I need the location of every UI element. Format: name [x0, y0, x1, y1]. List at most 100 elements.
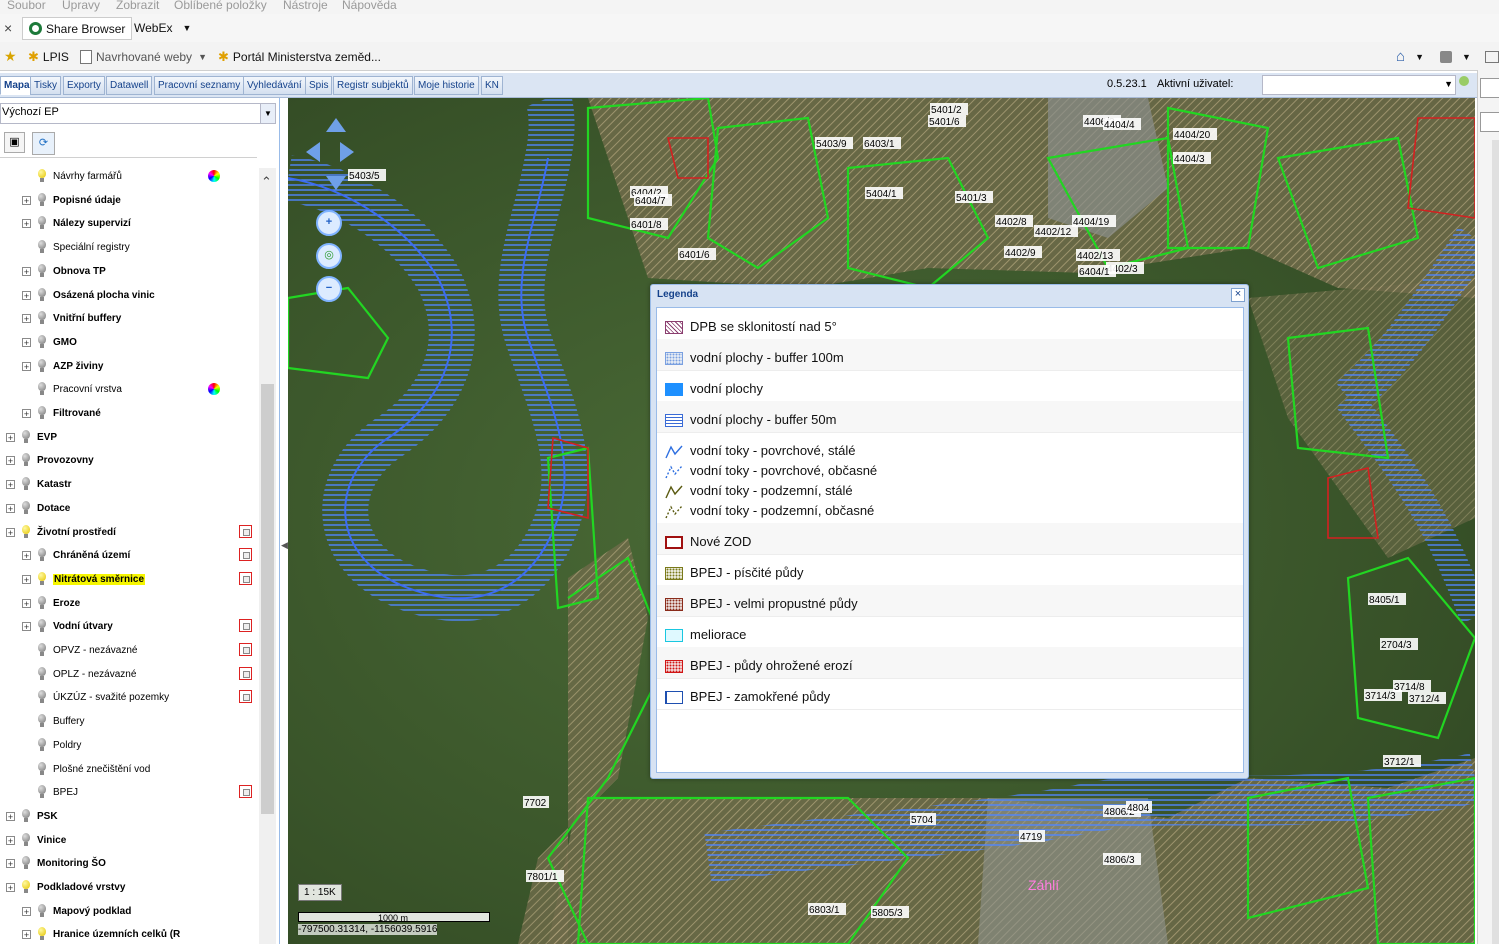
- fav-suggested-sites[interactable]: Navrhované weby ▼: [80, 46, 207, 67]
- user-icon[interactable]: [1459, 76, 1471, 92]
- active-user-select[interactable]: ▼: [1262, 75, 1456, 95]
- tab-moje-historie[interactable]: Moje historie: [414, 76, 479, 95]
- legend-icon[interactable]: [239, 690, 252, 703]
- tree-item[interactable]: Plošné znečištění vod: [22, 758, 150, 780]
- lightbulb-icon[interactable]: [21, 880, 31, 894]
- tree-item[interactable]: + Chráněná území: [22, 544, 130, 566]
- tree-item[interactable]: + Dotace: [6, 497, 70, 519]
- lightbulb-icon[interactable]: [21, 833, 31, 847]
- tab-datawell[interactable]: Datawell: [106, 76, 153, 95]
- zoom-extent-icon[interactable]: ◎: [316, 243, 342, 269]
- lightbulb-icon[interactable]: [37, 785, 47, 799]
- pan-control[interactable]: [306, 118, 354, 214]
- scrollbar-thumb[interactable]: [261, 384, 274, 814]
- save-icon[interactable]: ▣: [4, 132, 25, 153]
- tree-item[interactable]: Pracovní vrstva: [22, 378, 122, 400]
- expand-plus-icon[interactable]: +: [22, 929, 31, 939]
- expand-plus-icon[interactable]: +: [22, 408, 31, 418]
- menu-edit[interactable]: Úpravy: [62, 0, 100, 12]
- lightbulb-icon[interactable]: [37, 904, 47, 918]
- expand-plus-icon[interactable]: +: [22, 598, 31, 608]
- add-favorite-star-icon[interactable]: ★: [4, 46, 17, 67]
- pan-down-icon[interactable]: [326, 176, 346, 190]
- expand-plus-icon[interactable]: +: [6, 455, 15, 465]
- tree-item[interactable]: + Popisné údaje: [22, 189, 121, 211]
- lightbulb-icon[interactable]: [37, 738, 47, 752]
- menu-tools[interactable]: Nástroje: [283, 0, 328, 12]
- lightbulb-icon[interactable]: [37, 264, 47, 278]
- expand-plus-icon[interactable]: +: [6, 835, 15, 845]
- home-icon[interactable]: ⌂ ▼: [1396, 46, 1424, 67]
- tree-item[interactable]: + Vnitřní buffery: [22, 307, 121, 329]
- legend-icon[interactable]: [239, 525, 252, 538]
- tab-mapa[interactable]: Mapa: [0, 76, 34, 95]
- lightbulb-icon[interactable]: [37, 288, 47, 302]
- tree-item[interactable]: + Monitoring ŠO: [6, 852, 106, 874]
- tree-item[interactable]: + Eroze: [22, 592, 80, 614]
- share-browser-button[interactable]: Share Browser: [22, 17, 133, 40]
- lightbulb-icon[interactable]: [37, 690, 47, 704]
- webex-button[interactable]: WebEx ▼: [134, 17, 191, 38]
- legend-icon[interactable]: [239, 619, 252, 632]
- zoom-out-icon[interactable]: −: [316, 276, 342, 302]
- lightbulb-icon[interactable]: [37, 643, 47, 657]
- expand-plus-icon[interactable]: +: [22, 337, 31, 347]
- expand-plus-icon[interactable]: +: [6, 811, 15, 821]
- pan-right-icon[interactable]: [340, 142, 354, 162]
- close-icon[interactable]: ×: [4, 17, 12, 38]
- pan-up-icon[interactable]: [326, 118, 346, 132]
- expand-plus-icon[interactable]: +: [6, 479, 15, 489]
- tree-item[interactable]: ÚKZÚZ - svažité pozemky: [22, 686, 169, 708]
- color-wheel-icon[interactable]: [208, 170, 220, 182]
- lightbulb-icon[interactable]: [21, 453, 31, 467]
- expand-plus-icon[interactable]: +: [22, 218, 31, 228]
- tree-item[interactable]: + Vinice: [6, 829, 66, 851]
- tree-item[interactable]: Návrhy farmářů: [22, 165, 122, 187]
- tree-item[interactable]: + Vodní útvary: [22, 615, 113, 637]
- tree-item[interactable]: Buffery: [22, 710, 85, 732]
- expand-plus-icon[interactable]: +: [6, 882, 15, 892]
- tree-item[interactable]: + AZP živiny: [22, 355, 103, 377]
- tree-item[interactable]: Poldry: [22, 734, 81, 756]
- lightbulb-icon[interactable]: [37, 619, 47, 633]
- lightbulb-icon[interactable]: [37, 762, 47, 776]
- tree-item[interactable]: + PSK: [6, 805, 58, 827]
- expand-plus-icon[interactable]: +: [6, 527, 15, 537]
- expand-plus-icon[interactable]: +: [22, 574, 31, 584]
- lightbulb-icon[interactable]: [21, 477, 31, 491]
- lightbulb-icon[interactable]: [37, 667, 47, 681]
- tab-spis[interactable]: Spis: [305, 76, 333, 95]
- lightbulb-icon[interactable]: [37, 169, 47, 183]
- expand-plus-icon[interactable]: +: [22, 361, 31, 371]
- lightbulb-icon[interactable]: [37, 359, 47, 373]
- tree-item[interactable]: + EVP: [6, 426, 57, 448]
- tree-scrollbar[interactable]: ⌃: [259, 168, 276, 944]
- lightbulb-icon[interactable]: [37, 406, 47, 420]
- legend-icon[interactable]: [239, 785, 252, 798]
- lightbulb-icon[interactable]: [37, 240, 47, 254]
- lightbulb-icon[interactable]: [21, 430, 31, 444]
- menu-help[interactable]: Nápověda: [342, 0, 397, 12]
- tab-pracovni-seznamy[interactable]: Pracovní seznamy: [154, 76, 245, 95]
- lightbulb-icon[interactable]: [37, 572, 47, 586]
- lightbulb-icon[interactable]: [37, 193, 47, 207]
- tab-vyhledavani[interactable]: Vyhledávání: [243, 76, 306, 95]
- panel-collapse-icon[interactable]: ◀: [281, 540, 288, 551]
- tree-item[interactable]: + Provozovny: [6, 449, 94, 471]
- expand-plus-icon[interactable]: +: [22, 195, 31, 205]
- fav-lpis[interactable]: ✱ LPIS: [28, 46, 69, 67]
- tree-item[interactable]: Speciální registry: [22, 236, 130, 258]
- tree-item[interactable]: + Obnova TP: [22, 260, 106, 282]
- close-icon[interactable]: ×: [1231, 288, 1245, 302]
- refresh-icon[interactable]: ⟳: [32, 132, 55, 155]
- lightbulb-icon[interactable]: [37, 714, 47, 728]
- right-panel-button[interactable]: [1480, 78, 1499, 98]
- lightbulb-icon[interactable]: [37, 216, 47, 230]
- menu-view[interactable]: Zobrazit: [116, 0, 159, 12]
- legend-icon[interactable]: [239, 548, 252, 561]
- tree-item[interactable]: + Životní prostředí: [6, 521, 116, 543]
- expand-plus-icon[interactable]: +: [6, 503, 15, 513]
- tree-item[interactable]: + Osázená plocha vinic: [22, 284, 155, 306]
- expand-plus-icon[interactable]: +: [22, 621, 31, 631]
- menu-favorites[interactable]: Oblíbené položky: [174, 0, 267, 12]
